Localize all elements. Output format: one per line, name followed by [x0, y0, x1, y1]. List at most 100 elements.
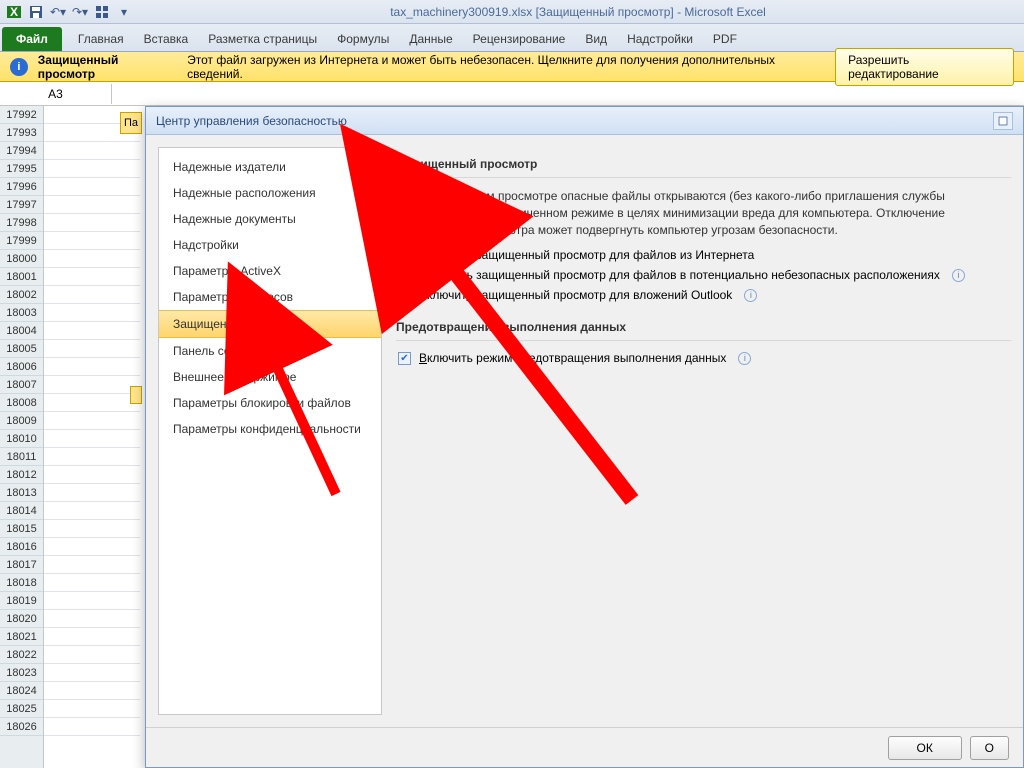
- tab-insert[interactable]: Вставка: [134, 27, 199, 51]
- cell-row[interactable]: [44, 646, 140, 664]
- close-icon[interactable]: [993, 112, 1013, 130]
- file-tab[interactable]: Файл: [2, 27, 62, 51]
- nav-addins[interactable]: Надстройки: [159, 232, 381, 258]
- cell-row[interactable]: [44, 376, 140, 394]
- nav-protected-view[interactable]: Защищенный просмотр: [159, 310, 381, 338]
- cell-row[interactable]: [44, 412, 140, 430]
- tab-formulas[interactable]: Формулы: [327, 27, 399, 51]
- row-header[interactable]: 18003: [0, 304, 43, 322]
- cell-row[interactable]: [44, 250, 140, 268]
- save-icon[interactable]: [26, 2, 46, 22]
- cell-row[interactable]: [44, 178, 140, 196]
- nav-privacy[interactable]: Параметры конфиденциальности: [159, 416, 381, 442]
- row-header[interactable]: 17999: [0, 232, 43, 250]
- row-header[interactable]: 18017: [0, 556, 43, 574]
- row-header[interactable]: 18018: [0, 574, 43, 592]
- cell-row[interactable]: [44, 502, 140, 520]
- nav-activex[interactable]: Параметры ActiveX: [159, 258, 381, 284]
- row-header[interactable]: 18016: [0, 538, 43, 556]
- row-header[interactable]: 17998: [0, 214, 43, 232]
- qat-dropdown-icon[interactable]: ▾: [114, 2, 134, 22]
- row-header[interactable]: 18002: [0, 286, 43, 304]
- checkbox-row-unsafe-loc[interactable]: ✔ Включить защищенный просмотр для файло…: [396, 268, 1011, 282]
- cell-row[interactable]: [44, 628, 140, 646]
- row-header[interactable]: 18000: [0, 250, 43, 268]
- cell-row[interactable]: [44, 718, 140, 736]
- row-header[interactable]: 18010: [0, 430, 43, 448]
- cell-row[interactable]: [44, 592, 140, 610]
- nav-macros[interactable]: Параметры макросов: [159, 284, 381, 310]
- row-header[interactable]: 18022: [0, 646, 43, 664]
- checkbox-row-internet[interactable]: ✔ Включить защищенный просмотр для файло…: [396, 248, 1011, 262]
- cell-row[interactable]: [44, 520, 140, 538]
- cell-row[interactable]: [44, 322, 140, 340]
- cell-row[interactable]: [44, 466, 140, 484]
- row-header[interactable]: 18015: [0, 520, 43, 538]
- cancel-button-partial[interactable]: О: [970, 736, 1009, 760]
- cell-row[interactable]: [44, 232, 140, 250]
- checkbox-row-outlook[interactable]: ✔ Включить защищенный просмотр для вложе…: [396, 288, 1011, 302]
- pv-message[interactable]: Этот файл загружен из Интернета и может …: [187, 53, 825, 81]
- enable-editing-button[interactable]: Разрешить редактирование: [835, 48, 1014, 86]
- cell-row[interactable]: [44, 268, 140, 286]
- nav-external-content[interactable]: Внешнее содержимое: [159, 364, 381, 390]
- checkbox-icon[interactable]: ✔: [398, 269, 411, 282]
- row-header[interactable]: 18025: [0, 700, 43, 718]
- cell-row[interactable]: [44, 196, 140, 214]
- cells[interactable]: [44, 106, 140, 768]
- cell-row[interactable]: [44, 394, 140, 412]
- info-icon[interactable]: i: [744, 289, 757, 302]
- row-header[interactable]: 17992: [0, 106, 43, 124]
- row-header[interactable]: 18020: [0, 610, 43, 628]
- cell-row[interactable]: [44, 682, 140, 700]
- cell-row[interactable]: [44, 700, 140, 718]
- row-header[interactable]: 18007: [0, 376, 43, 394]
- cell-row[interactable]: [44, 610, 140, 628]
- row-header[interactable]: 17994: [0, 142, 43, 160]
- custom-icon[interactable]: [92, 2, 112, 22]
- row-header[interactable]: 18011: [0, 448, 43, 466]
- ok-button[interactable]: ОК: [888, 736, 962, 760]
- row-header[interactable]: 18001: [0, 268, 43, 286]
- row-header[interactable]: 18006: [0, 358, 43, 376]
- checkbox-icon[interactable]: ✔: [398, 249, 411, 262]
- cell-row[interactable]: [44, 142, 140, 160]
- row-header[interactable]: 17996: [0, 178, 43, 196]
- name-box[interactable]: A3: [0, 84, 112, 104]
- nav-message-bar[interactable]: Панель сообщений: [159, 338, 381, 364]
- row-header[interactable]: 17997: [0, 196, 43, 214]
- tab-pdf[interactable]: PDF: [703, 27, 747, 51]
- row-header[interactable]: 18005: [0, 340, 43, 358]
- cell-row[interactable]: [44, 484, 140, 502]
- row-header[interactable]: 18026: [0, 718, 43, 736]
- row-header[interactable]: 17995: [0, 160, 43, 178]
- row-header[interactable]: 17993: [0, 124, 43, 142]
- row-header[interactable]: 18023: [0, 664, 43, 682]
- undo-icon[interactable]: ↶▾: [48, 2, 68, 22]
- checkbox-icon[interactable]: ✔: [398, 352, 411, 365]
- row-header[interactable]: 18014: [0, 502, 43, 520]
- cell-row[interactable]: [44, 340, 140, 358]
- row-header[interactable]: 18008: [0, 394, 43, 412]
- tab-home[interactable]: Главная: [68, 27, 134, 51]
- row-header[interactable]: 18004: [0, 322, 43, 340]
- nav-trusted-publishers[interactable]: Надежные издатели: [159, 154, 381, 180]
- cell-row[interactable]: [44, 286, 140, 304]
- row-header[interactable]: 18021: [0, 628, 43, 646]
- row-header[interactable]: 18012: [0, 466, 43, 484]
- nav-file-block[interactable]: Параметры блокировки файлов: [159, 390, 381, 416]
- row-header[interactable]: 18024: [0, 682, 43, 700]
- tab-review[interactable]: Рецензирование: [463, 27, 576, 51]
- row-header[interactable]: 18009: [0, 412, 43, 430]
- tab-view[interactable]: Вид: [575, 27, 617, 51]
- redo-icon[interactable]: ↷▾: [70, 2, 90, 22]
- checkbox-icon[interactable]: ✔: [398, 289, 411, 302]
- nav-trusted-locations[interactable]: Надежные расположения: [159, 180, 381, 206]
- cell-row[interactable]: [44, 430, 140, 448]
- cell-row[interactable]: [44, 304, 140, 322]
- info-icon[interactable]: i: [738, 352, 751, 365]
- cell-row[interactable]: [44, 160, 140, 178]
- cell-row[interactable]: [44, 358, 140, 376]
- tab-addins[interactable]: Надстройки: [617, 27, 703, 51]
- nav-trusted-documents[interactable]: Надежные документы: [159, 206, 381, 232]
